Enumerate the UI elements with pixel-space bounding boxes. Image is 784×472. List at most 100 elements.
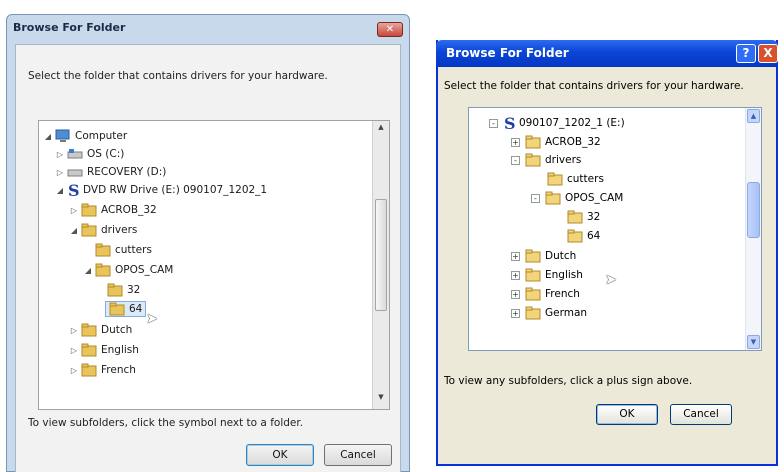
dvd-icon: S	[504, 115, 515, 131]
scrollbar-thumb[interactable]	[375, 199, 387, 311]
folder-icon	[525, 153, 541, 167]
tree-item-recovery-d[interactable]: ▷ RECOVERY (D:)	[55, 163, 166, 181]
collapse-arrow-icon[interactable]: ◢	[69, 226, 79, 235]
collapse-toggle-icon[interactable]: -	[489, 118, 498, 128]
tree-item-label: cutters	[115, 244, 152, 256]
dialog-hint: To view subfolders, click the symbol nex…	[28, 417, 304, 429]
folder-icon	[95, 243, 111, 257]
collapse-arrow-icon[interactable]: ◢	[83, 266, 93, 275]
expand-toggle-icon[interactable]: +	[511, 308, 520, 318]
expand-toggle-icon[interactable]: +	[511, 251, 520, 261]
tree-item-dutch[interactable]: ▷ Dutch	[69, 321, 132, 339]
tree-item-dvd-drive[interactable]: - S 090107_1202_1 (E:)	[489, 114, 625, 132]
tree-item-english[interactable]: + English	[511, 266, 583, 284]
cancel-button[interactable]: Cancel	[670, 404, 732, 425]
tree-item-computer[interactable]: ◢ Computer	[43, 127, 127, 145]
vertical-scrollbar[interactable]: ▲ ▼	[745, 108, 761, 350]
tree-item-label: 090107_1202_1 (E:)	[519, 117, 625, 129]
tree-item-dvd-drive[interactable]: ◢ S DVD RW Drive (E:) 090107_1202_1	[55, 181, 267, 199]
scroll-up-arrow-icon[interactable]: ▲	[373, 123, 389, 137]
folder-icon	[81, 203, 97, 217]
tree-item-french[interactable]: ▷ French	[69, 361, 136, 379]
folder-icon	[525, 268, 541, 282]
dialog-title: Browse For Folder	[446, 46, 569, 60]
vertical-scrollbar[interactable]: ▲ ▼	[372, 121, 389, 409]
scroll-down-arrow-icon[interactable]: ▼	[373, 393, 389, 407]
screenshot-canvas: Browse For Folder ✕ Select the folder th…	[0, 0, 784, 472]
tree-item-label: 64	[587, 230, 601, 242]
expand-arrow-icon[interactable]: ▷	[69, 366, 79, 375]
drive-icon	[67, 149, 83, 159]
close-button[interactable]: X	[758, 44, 778, 63]
tree-item-label: RECOVERY (D:)	[87, 166, 167, 178]
scroll-up-arrow-icon[interactable]: ▲	[747, 109, 760, 123]
collapse-toggle-icon[interactable]: -	[511, 155, 520, 165]
folder-icon	[525, 135, 541, 149]
folder-icon	[109, 302, 125, 316]
tree-item-32[interactable]: 32	[567, 208, 600, 226]
dvd-icon: S	[68, 182, 79, 198]
folder-tree[interactable]: - S 090107_1202_1 (E:) + ACROB_32 - driv…	[468, 107, 762, 351]
folder-icon	[567, 229, 583, 243]
tree-item-opos-cam[interactable]: ◢ OPOS_CAM	[83, 261, 173, 279]
computer-icon	[55, 129, 70, 142]
tree-item-label: DVD RW Drive (E:) 090107_1202_1	[83, 184, 268, 196]
tree-item-acrob32[interactable]: + ACROB_32	[511, 133, 601, 151]
folder-icon	[545, 191, 561, 205]
title-bar: Browse For Folder ? X	[436, 40, 778, 67]
svg-text:S: S	[68, 182, 79, 198]
expand-arrow-icon[interactable]: ▷	[69, 206, 79, 215]
tree-item-drivers[interactable]: - drivers	[511, 151, 581, 169]
tree-item-cutters[interactable]: cutters	[95, 241, 152, 259]
tree-item-opos-cam[interactable]: - OPOS_CAM	[531, 189, 623, 207]
tree-item-32[interactable]: 32	[107, 281, 140, 299]
tree-item-label: cutters	[567, 173, 604, 185]
tree-item-64-selected[interactable]: 64	[105, 300, 147, 318]
close-icon[interactable]: ✕	[377, 22, 403, 37]
help-button[interactable]: ?	[736, 44, 756, 63]
expand-arrow-icon[interactable]: ▷	[55, 150, 65, 159]
expand-arrow-icon[interactable]: ▷	[69, 326, 79, 335]
folder-tree[interactable]: ◢ Computer ▷ OS (C:) ▷ RECOVERY (D:) ◢ S…	[38, 120, 390, 410]
folder-icon	[81, 363, 97, 377]
svg-text:S: S	[504, 115, 515, 131]
tree-item-english[interactable]: ▷ English	[69, 341, 139, 359]
tree-item-drivers[interactable]: ◢ drivers	[69, 221, 137, 239]
tree-item-label: English	[545, 269, 583, 281]
tree-item-label: English	[101, 344, 139, 356]
tree-item-cutters[interactable]: cutters	[547, 170, 604, 188]
expand-toggle-icon[interactable]: +	[511, 137, 520, 147]
tree-item-label: German	[545, 307, 588, 319]
scrollbar-thumb[interactable]	[747, 182, 760, 238]
selection-highlight: 64	[105, 301, 147, 317]
collapse-toggle-icon[interactable]: -	[531, 193, 540, 203]
ok-button[interactable]: OK	[246, 444, 314, 466]
tree-item-label: Dutch	[545, 250, 577, 262]
folder-icon	[107, 283, 123, 297]
ok-button[interactable]: OK	[596, 404, 658, 425]
tree-item-french[interactable]: + French	[511, 285, 580, 303]
expand-toggle-icon[interactable]: +	[511, 270, 520, 280]
tree-item-label: drivers	[545, 154, 582, 166]
scroll-down-arrow-icon[interactable]: ▼	[747, 335, 760, 349]
cancel-button[interactable]: Cancel	[324, 444, 392, 466]
expand-toggle-icon[interactable]: +	[511, 289, 520, 299]
tree-item-acrob32[interactable]: ▷ ACROB_32	[69, 201, 157, 219]
collapse-arrow-icon[interactable]: ◢	[43, 132, 53, 141]
tree-item-os-c[interactable]: ▷ OS (C:)	[55, 145, 124, 163]
tree-item-label: French	[545, 288, 580, 300]
tree-item-64[interactable]: 64	[567, 227, 600, 245]
folder-icon	[525, 249, 541, 263]
dialog-client-area: Select the folder that contains drivers …	[15, 44, 401, 472]
tree-item-dutch[interactable]: + Dutch	[511, 247, 576, 265]
tree-item-label: OPOS_CAM	[565, 192, 624, 204]
folder-icon	[567, 210, 583, 224]
tree-item-label: French	[101, 364, 136, 376]
dialog-hint: To view any subfolders, click a plus sig…	[444, 375, 693, 387]
tree-item-german[interactable]: + German	[511, 304, 587, 322]
collapse-arrow-icon[interactable]: ◢	[55, 186, 65, 195]
expand-arrow-icon[interactable]: ▷	[55, 168, 65, 177]
tree-item-label: OS (C:)	[87, 148, 125, 160]
xp-browse-folder-dialog: Browse For Folder ? X Select the folder …	[436, 40, 778, 466]
expand-arrow-icon[interactable]: ▷	[69, 346, 79, 355]
